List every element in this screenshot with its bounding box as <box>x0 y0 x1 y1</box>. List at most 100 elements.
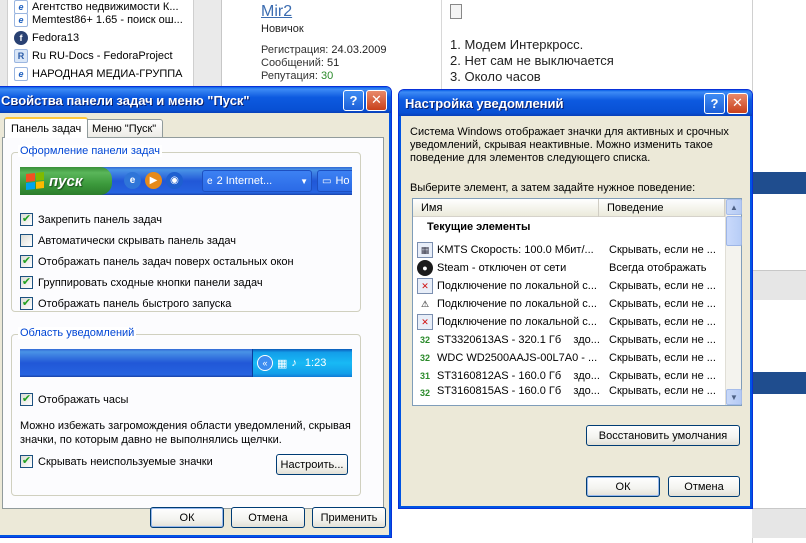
list-item[interactable]: ● Steam - отключен от сети Всегда отобража… <box>413 259 725 277</box>
bookmark-item[interactable]: R Ru RU-Docs - FedoraProject <box>14 47 192 65</box>
taskbar-properties-dialog: Свойства панели задач и меню "Пуск" ? ✕ … <box>0 86 392 538</box>
column-header-behavior[interactable]: Поведение <box>599 199 725 217</box>
steam-icon: ● <box>417 260 433 276</box>
checkbox[interactable]: ✔ <box>20 455 33 468</box>
scroll-down-button[interactable]: ▼ <box>726 389 742 405</box>
close-button[interactable]: ✕ <box>366 89 387 111</box>
post-icon <box>450 4 462 19</box>
ok-button[interactable]: ОК <box>586 476 660 497</box>
notification-items-list[interactable]: Имя Поведение Текущие элементы ▦ KMTS Ско… <box>412 198 742 406</box>
notification-area-preview: « ▦ ♪ 1:23 <box>20 349 352 377</box>
notification-description: Система Windows отображает значки для ак… <box>410 126 729 164</box>
network-disconnected-icon: ✕ <box>417 314 433 330</box>
tab-start-menu[interactable]: Меню "Пуск" <box>85 119 164 137</box>
post-line: 2. Нет сам не выключается <box>450 53 614 68</box>
close-button[interactable]: ✕ <box>727 92 748 114</box>
list-item[interactable]: ⚠ Подключение по локальной с... Скрывать, … <box>413 295 725 313</box>
list-item[interactable]: ✕ Подключение по локальной с... Скрывать, … <box>413 313 725 331</box>
hdd-temp-icon: 32 <box>419 388 430 398</box>
list-item[interactable]: 32 WDC WD2500AAJS-00L7A0 - ... Скрывать, е… <box>413 349 725 367</box>
scroll-thumb[interactable] <box>726 216 742 246</box>
warning-icon: ⚠ <box>420 298 430 309</box>
post-line: 3. Около часов <box>450 69 541 84</box>
help-button[interactable]: ? <box>343 89 364 111</box>
user-registration: Регистрация: 24.03.2009 <box>261 44 387 56</box>
bookmark-item[interactable]: f Fedora13 <box>14 29 192 47</box>
list-item[interactable]: ✕ Подключение по локальной с... Скрывать, … <box>413 277 725 295</box>
network-icon: ▦ <box>277 357 288 370</box>
checkbox-autohide-taskbar[interactable]: Автоматически скрывать панель задач <box>20 234 236 247</box>
hdd-temp-icon: 31 <box>419 371 430 381</box>
volume-icon: ♪ <box>291 357 297 369</box>
windows-flag-icon <box>26 172 44 190</box>
username-link[interactable]: Mir2 <box>261 3 292 21</box>
checkbox-group-buttons[interactable]: ✔ Группировать сходные кнопки панели зада… <box>20 276 263 289</box>
scroll-up-button[interactable]: ▲ <box>726 199 742 215</box>
list-scrollbar[interactable]: ▲ ▼ <box>725 199 742 405</box>
checkbox[interactable] <box>20 234 33 247</box>
list-group-header: Текущие элементы <box>427 221 531 233</box>
checkbox-quick-launch[interactable]: ✔ Отображать панель быстрого запуска <box>20 297 231 310</box>
group-label: Область уведомлений <box>18 327 137 339</box>
apply-button[interactable]: Применить <box>312 507 386 528</box>
checkbox[interactable]: ✔ <box>20 213 33 226</box>
forum-header-bar <box>752 372 806 394</box>
checkbox[interactable]: ✔ <box>20 297 33 310</box>
fedora-icon: f <box>14 31 28 45</box>
media-player-icon: ▶ <box>145 172 162 189</box>
dialog-title: Настройка уведомлений <box>405 95 564 111</box>
help-button[interactable]: ? <box>704 92 725 114</box>
instruction-label: Выберите элемент, а затем задайте нужное… <box>410 182 696 194</box>
ie-icon: e <box>124 172 141 189</box>
cancel-button[interactable]: Отмена <box>668 476 740 497</box>
forum-divider <box>752 508 806 538</box>
user-info-box: Mir2 Новичок Регистрация: 24.03.2009 Соо… <box>252 0 442 90</box>
notification-description: Можно избежать загромождения области уве… <box>20 420 351 446</box>
tab-panel: Оформление панели задач пуск e ▶ ◉ e 2 I… <box>2 137 384 509</box>
forum-header-bar <box>752 172 806 194</box>
ok-button[interactable]: ОК <box>150 507 224 528</box>
forum-divider <box>752 270 806 300</box>
list-header: Имя Поведение <box>413 199 725 217</box>
bookmark-item[interactable]: e НАРОДНАЯ МЕДИА-ГРУППА <box>14 65 192 83</box>
bookmarks-right-gutter <box>193 0 221 92</box>
desktop-icon: ◉ <box>166 172 183 189</box>
checkbox-show-clock[interactable]: ✔ Отображать часы <box>20 393 128 406</box>
checkbox-hide-inactive-icons[interactable]: ✔ Скрывать неиспользуемые значки <box>20 455 213 468</box>
list-item[interactable]: 32 ST3160815AS - 160.0 Гб здо... Скрывать,… <box>413 385 725 399</box>
bookmarks-scrollbar[interactable] <box>0 0 8 92</box>
list-item[interactable]: 32 ST3320613AS - 320.1 Гб здо... Скрывать,… <box>413 331 725 349</box>
checkbox-keep-on-top[interactable]: ✔ Отображать панель задач поверх остальны… <box>20 255 294 268</box>
cancel-button[interactable]: Отмена <box>231 507 305 528</box>
chevron-left-icon: « <box>257 355 273 371</box>
checkbox[interactable]: ✔ <box>20 276 33 289</box>
start-button-preview: пуск <box>20 167 112 195</box>
taskbar-appearance-group: Оформление панели задач пуск e ▶ ◉ e 2 I… <box>11 145 361 312</box>
ie-icon: e <box>14 13 28 27</box>
restore-defaults-button[interactable]: Восстановить умолчания <box>586 425 740 446</box>
hdd-temp-icon: 32 <box>419 353 430 363</box>
list-item[interactable]: ▦ KMTS Скорость: 100.0 Мбит/... Скрывать, … <box>413 241 725 259</box>
configure-button[interactable]: Настроить... <box>276 454 348 475</box>
checkbox[interactable]: ✔ <box>20 255 33 268</box>
group-label: Оформление панели задач <box>18 145 163 157</box>
dialog-title: Свойства панели задач и меню "Пуск" <box>1 92 250 108</box>
dialog-titlebar[interactable]: Настройка уведомлений ? ✕ <box>399 90 752 116</box>
column-header-name[interactable]: Имя <box>413 199 599 217</box>
quick-launch-icons: e ▶ ◉ <box>124 172 183 189</box>
taskbar-preview: пуск e ▶ ◉ e 2 Internet... ▼ ▭ Но <box>20 167 352 195</box>
taskbar-task-preview: ▭ Но <box>317 170 352 192</box>
ie-icon: e <box>207 175 213 187</box>
checkbox[interactable]: ✔ <box>20 393 33 406</box>
checkbox-lock-taskbar[interactable]: ✔ Закрепить панель задач <box>20 213 162 226</box>
list-item[interactable]: 31 ST3160812AS - 160.0 Гб здо... Скрывать,… <box>413 367 725 385</box>
bookmark-item[interactable]: e Memtest86+ 1.65 - поиск ош... <box>14 11 192 29</box>
dialog-titlebar[interactable]: Свойства панели задач и меню "Пуск" ? ✕ <box>0 87 391 113</box>
dialog-client: Система Windows отображает значки для ак… <box>402 116 749 505</box>
ie-icon: e <box>14 67 28 81</box>
taskbar-task-preview: e 2 Internet... ▼ <box>202 170 312 192</box>
notification-settings-dialog: Настройка уведомлений ? ✕ Система Window… <box>398 89 753 509</box>
notification-area-group: Область уведомлений « ▦ ♪ 1:23 ✔ Отобража… <box>11 327 361 496</box>
tab-taskbar[interactable]: Панель задач <box>4 117 89 138</box>
network-disconnected-icon: ✕ <box>417 278 433 294</box>
